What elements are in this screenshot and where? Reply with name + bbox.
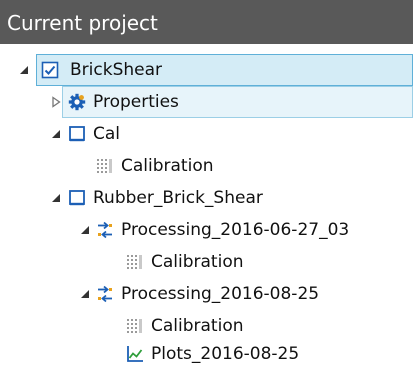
- tree-item-label: Rubber_Brick_Shear: [93, 188, 263, 208]
- expand-triangle-icon[interactable]: [50, 96, 62, 108]
- tree-item-label: Calibration: [151, 316, 244, 336]
- calibration-grid-icon: [127, 319, 142, 333]
- project-checkbox-icon: [41, 61, 59, 79]
- collapse-triangle-icon[interactable]: [79, 224, 91, 236]
- collapse-triangle-icon[interactable]: [79, 288, 91, 300]
- tree-item-label: Plots_2016-08-25: [151, 344, 300, 364]
- tree-item-label: Calibration: [121, 156, 214, 176]
- collapse-triangle-icon[interactable]: [50, 192, 62, 204]
- tree-item-label: Calibration: [151, 252, 244, 272]
- gear-icon: [68, 93, 86, 111]
- collapse-triangle-icon[interactable]: [50, 128, 62, 140]
- folder-square-icon: [69, 190, 85, 206]
- calibration-grid-icon: [97, 159, 112, 173]
- processing-arrows-icon: [98, 221, 112, 239]
- calibration-grid-icon: [127, 255, 142, 269]
- project-tree[interactable]: BrickShear Properties Cal Calibration Ru…: [0, 44, 413, 365]
- tree-item-label: Processing_2016-06-27_03: [121, 220, 350, 240]
- processing-arrows-icon: [98, 285, 112, 303]
- line-chart-icon: [127, 346, 143, 362]
- tree-item-label: Cal: [93, 124, 121, 144]
- tree-item-label: Processing_2016-08-25: [121, 284, 320, 304]
- tree-item-label: BrickShear: [70, 60, 162, 80]
- collapse-triangle-icon[interactable]: [18, 64, 30, 76]
- tree-item-label: Properties: [93, 92, 179, 112]
- folder-square-icon: [69, 126, 85, 142]
- panel-title: Current project: [0, 0, 413, 44]
